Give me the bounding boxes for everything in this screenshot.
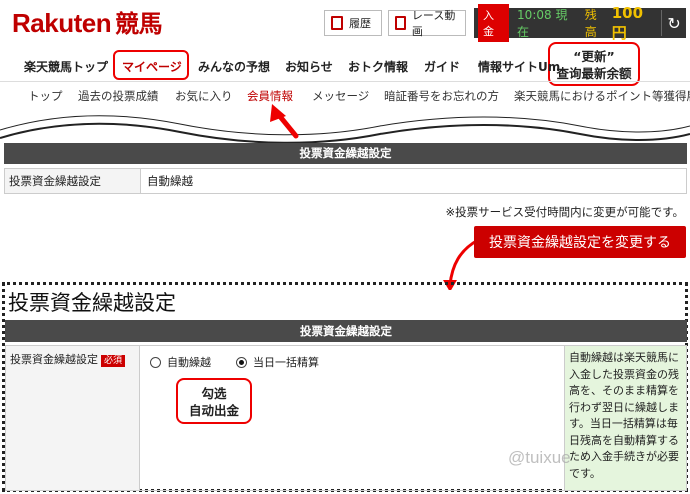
balance-status-bar: 入金 10:08 現在 残高 100 円 ↻ (474, 4, 686, 42)
current-time: 10:08 現在 (517, 8, 568, 39)
edit-section-title: 投票資金繰越設定 (8, 291, 176, 315)
balance-label: 残高 (584, 8, 597, 39)
nav-item-predictions[interactable]: みんなの予想 (198, 58, 270, 75)
document-icon (331, 16, 343, 30)
radio-checked-icon (236, 356, 247, 368)
mypage-highlight (113, 50, 189, 80)
nav-item-deals[interactable]: おトク情報 (348, 58, 408, 75)
rakuten-logo[interactable]: Rakuten 競馬 (12, 4, 163, 39)
required-badge: 必須 (101, 355, 126, 367)
deposit-button[interactable]: 入金 (478, 4, 510, 42)
balance-amount: 100 円 (611, 3, 644, 42)
current-section-header: 投票資金繰越設定 (4, 143, 687, 164)
change-setting-button[interactable]: 投票資金繰越設定を変更する (474, 226, 686, 258)
race-video-button[interactable]: レース動画 (388, 9, 466, 38)
help-text: 自動繰越は楽天競馬に入金した投票資金の残高を、そのまま精算を行わず翌日に繰越しま… (569, 351, 679, 480)
current-setting-label: 投票資金繰越設定 (5, 169, 141, 193)
radio-unchecked-icon (150, 356, 161, 368)
change-note: ※投票サービス受付時間内に変更が可能です。 (445, 205, 684, 219)
annotation-overlay (0, 104, 690, 290)
field-label: 投票資金繰越設定 (10, 353, 98, 366)
check-annotation: 勾选 自动出金 (176, 378, 252, 424)
radio-same-day-settlement[interactable]: 当日一括精算 (236, 354, 319, 370)
nav-item-info-site[interactable]: 情報サイトUm (478, 58, 560, 75)
history-button[interactable]: 履歴 (324, 10, 382, 36)
field-input-cell: 自動繰越 当日一括精算 勾选 自动出金 (140, 345, 565, 491)
help-text-cell: 自動繰越は楽天競馬に入金した投票資金の残高を、そのまま精算を行わず翌日に繰越しま… (565, 345, 687, 491)
radio-auto-carryover[interactable]: 自動繰越 (150, 354, 211, 370)
nav-item-guide[interactable]: ガイド (424, 58, 460, 75)
watermark: @tuixue (508, 448, 571, 467)
field-label-cell: 投票資金繰越設定 必須 (5, 345, 140, 491)
nav-item-news[interactable]: お知らせ (285, 58, 333, 75)
video-icon (395, 16, 406, 30)
main-nav: 楽天競馬トップ マイページ みんなの予想 お知らせ おトク情報 ガイド 情報サイ… (0, 50, 690, 82)
edit-section-header: 投票資金繰越設定 (5, 320, 687, 342)
nav-item-top[interactable]: 楽天競馬トップ (24, 58, 108, 75)
refresh-icon[interactable]: ↻ (661, 10, 686, 36)
current-setting-value: 自動繰越 (147, 174, 193, 188)
current-setting-row: 投票資金繰越設定 自動繰越 (4, 168, 687, 194)
